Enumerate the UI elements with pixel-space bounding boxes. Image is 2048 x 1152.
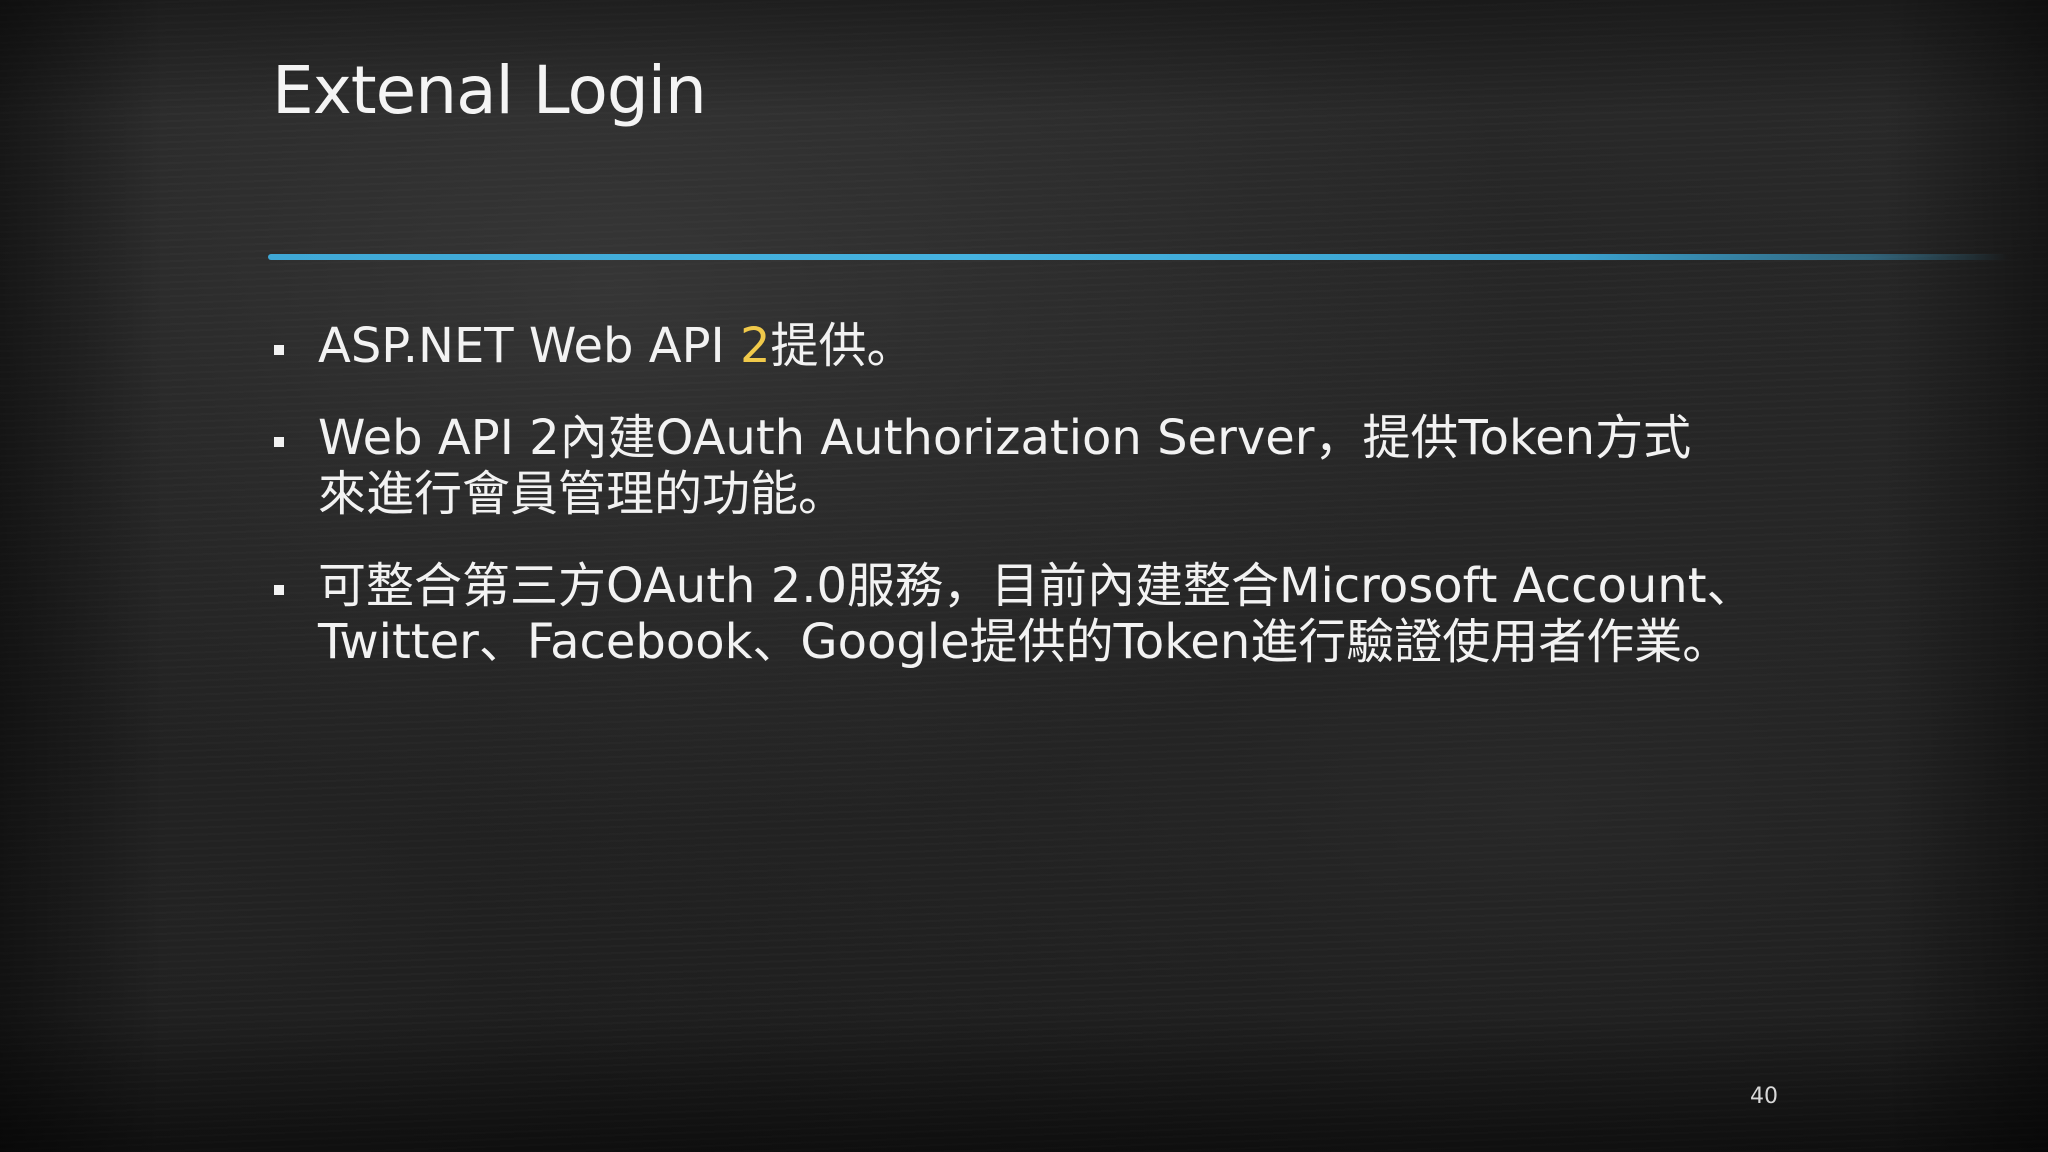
slide-title: Extenal Login [272, 52, 707, 129]
square-bullet-icon [274, 585, 284, 595]
bullet-list: ASP.NET Web API 2提供。 Web API 2內建OAuth Au… [270, 318, 1830, 706]
bullet-item: ASP.NET Web API 2提供。 [270, 318, 1830, 374]
bullet-item: 可整合第三方OAuth 2.0服務，目前內建整合Microsoft Accoun… [270, 558, 1830, 670]
square-bullet-icon [274, 437, 284, 447]
slide: Extenal Login ASP.NET Web API 2提供。 Web A… [0, 0, 2048, 1152]
page-number: 40 [1750, 1084, 1778, 1109]
bullet-line: ASP.NET Web API 2提供。 [318, 318, 1830, 374]
highlighted-version-number: 2 [739, 318, 771, 374]
square-bullet-icon [274, 345, 284, 355]
bullet-line: Twitter、Facebook、Google提供的Token進行驗證使用者作業… [318, 614, 1731, 670]
bullet-line: 可整合第三方OAuth 2.0服務，目前內建整合Microsoft Accoun… [318, 558, 1755, 614]
bullet-line: Web API 2內建OAuth Authorization Server，提供… [318, 410, 1692, 466]
bullet-item: Web API 2內建OAuth Authorization Server，提供… [270, 410, 1830, 522]
title-underline-divider [268, 254, 2008, 260]
bullet-text: ASP.NET Web API [318, 318, 740, 374]
bullet-text: 提供。 [770, 318, 915, 374]
bullet-line: 來進行會員管理的功能。 [318, 466, 847, 522]
